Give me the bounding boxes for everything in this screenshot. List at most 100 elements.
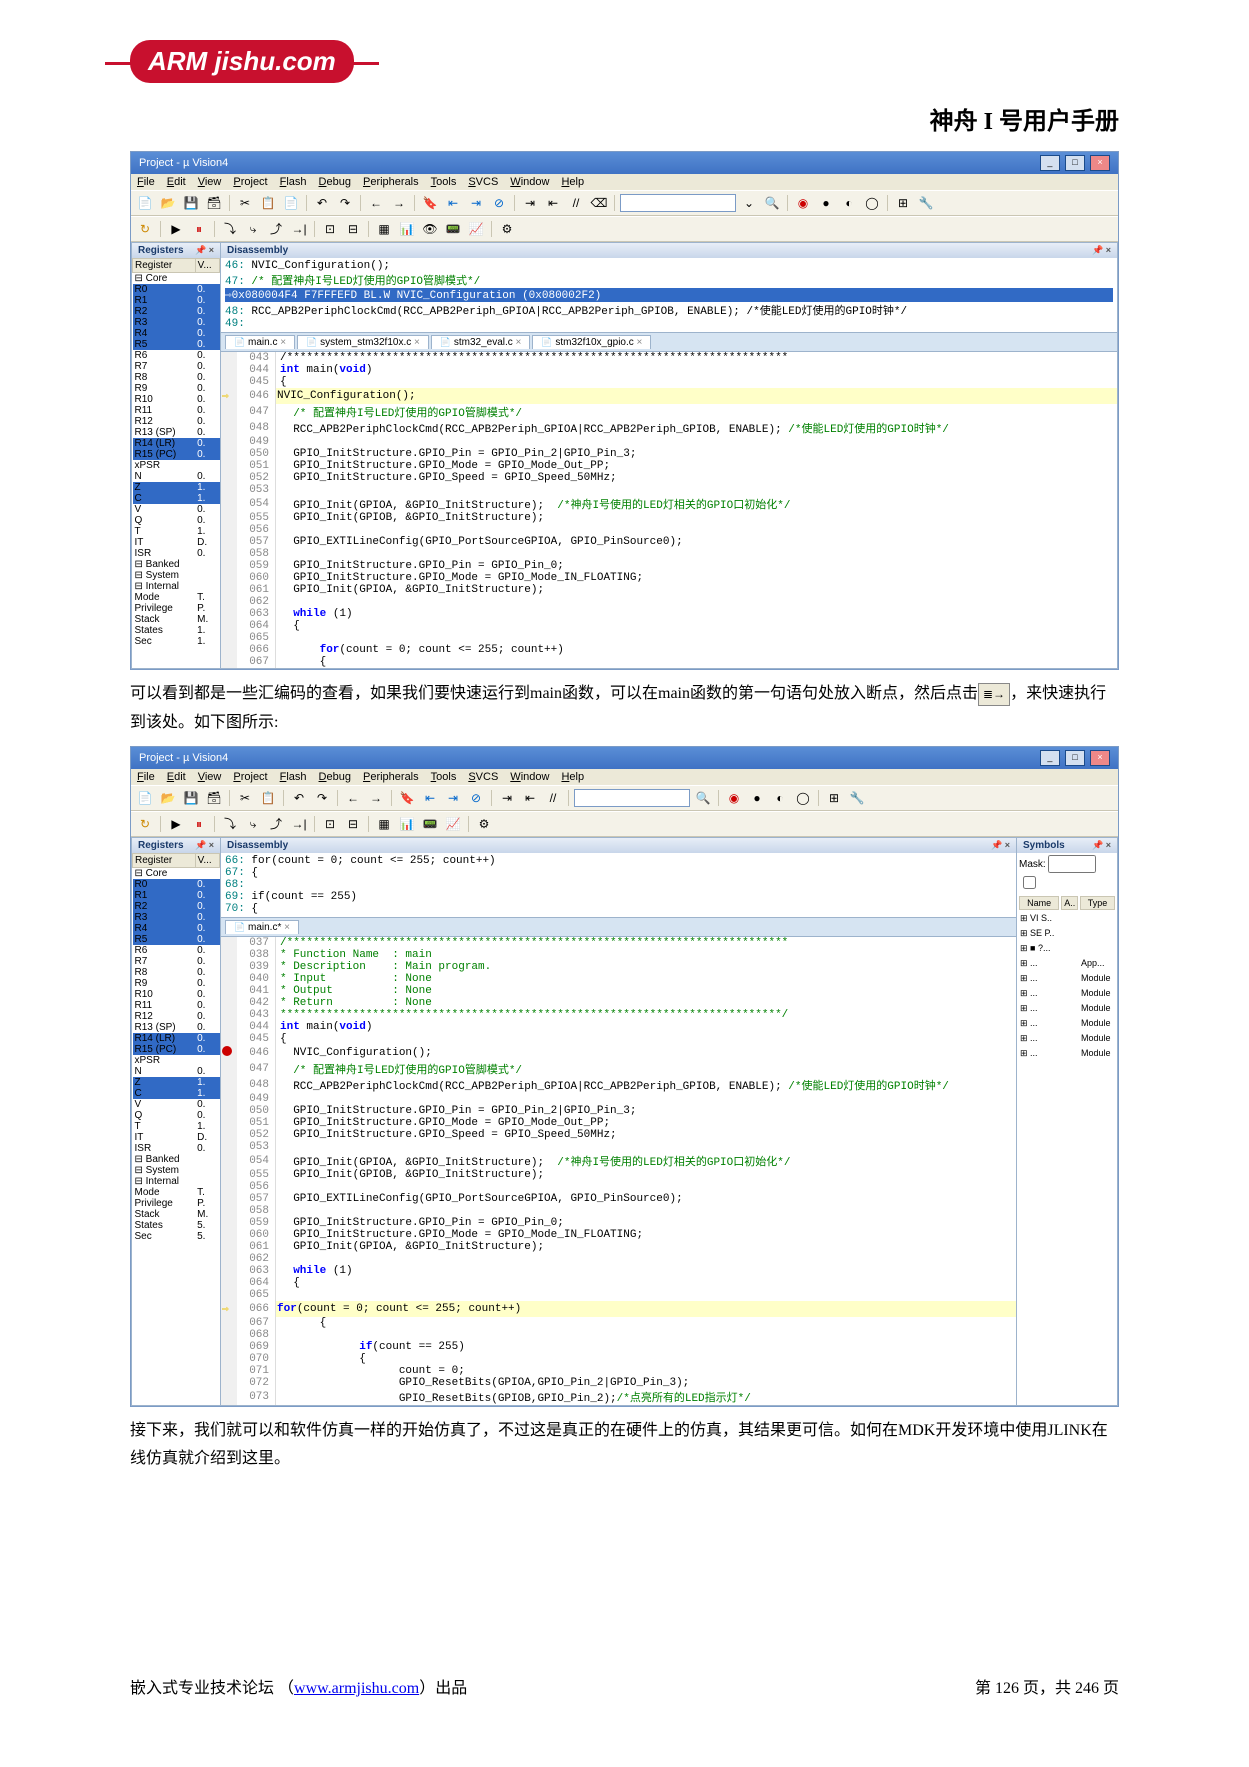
reg-name[interactable]: R3 [133,317,196,328]
code-line[interactable]: ****************************************… [276,1009,1017,1021]
reg-name[interactable]: Sec [133,636,196,647]
reg-name[interactable]: V [133,1099,196,1110]
source-editor[interactable]: 037/************************************… [221,937,1016,1405]
gutter[interactable] [221,1365,237,1377]
code-line[interactable]: for(count = 0; count <= 255; count++) [276,1301,1017,1317]
halt-icon[interactable]: ⏸ [189,219,209,239]
gutter[interactable] [221,949,237,961]
gutter[interactable] [221,560,237,572]
code-line[interactable] [276,1289,1017,1301]
runto-icon[interactable]: →| [289,814,309,834]
gutter[interactable] [221,404,237,420]
code-line[interactable]: RCC_APB2PeriphClockCmd(RCC_APB2Periph_GP… [276,1077,1017,1093]
gutter[interactable] [221,1377,237,1389]
comment-icon[interactable]: // [566,193,586,213]
outdent-icon[interactable]: ⇤ [543,193,563,213]
minimize-button[interactable]: _ [1040,750,1060,766]
code-line[interactable]: GPIO_InitStructure.GPIO_Pin = GPIO_Pin_2… [276,1105,1017,1117]
reg-name[interactable]: R15 (PC) [133,449,196,460]
menu-help[interactable]: Help [561,771,584,783]
menu-svcs[interactable]: SVCS [468,176,498,188]
run-icon[interactable]: ▶ [166,219,186,239]
gutter[interactable] [221,1153,237,1169]
code-line[interactable]: { [276,1317,1017,1329]
save-icon[interactable]: 💾 [181,788,201,808]
editor-tabs[interactable]: 📄 main.c* × [221,918,1016,937]
gutter[interactable] [221,460,237,472]
code-line[interactable] [276,596,1118,608]
reg-name[interactable]: R6 [133,945,196,956]
gutter[interactable] [221,1093,237,1105]
menu-help[interactable]: Help [561,176,584,188]
reg-name[interactable]: T [133,526,196,537]
code-line[interactable]: GPIO_Init(GPIOB, &GPIO_InitStructure); [276,512,1118,524]
indent-icon[interactable]: ⇥ [520,193,540,213]
debug-icon[interactable]: ◉ [724,788,744,808]
reg-name[interactable]: Stack [133,1209,196,1220]
code-line[interactable]: * Function Name : main [276,949,1017,961]
config-icon[interactable]: 🔧 [916,193,936,213]
gutter[interactable] [221,620,237,632]
menu-svcs[interactable]: SVCS [468,771,498,783]
sym-item[interactable]: ⊞ SE P.. [1019,927,1059,940]
menu-tools[interactable]: Tools [431,176,457,188]
indent-icon[interactable]: ⇥ [497,788,517,808]
find-icon[interactable]: 🔍 [693,788,713,808]
win-icon[interactable]: ▦ [374,219,394,239]
minimize-button[interactable]: _ [1040,155,1060,171]
code-line[interactable]: GPIO_Init(GPIOA, &GPIO_InitStructure); /… [276,1153,1017,1169]
window-icon[interactable]: ⊞ [893,193,913,213]
reg-name[interactable]: R2 [133,306,196,317]
reg-name[interactable]: R15 (PC) [133,1044,196,1055]
view2-icon[interactable]: ⊟ [343,219,363,239]
gutter[interactable] [221,961,237,973]
gutter[interactable] [221,1277,237,1289]
gutter[interactable] [221,420,237,436]
reg-name[interactable]: ⊟ System [133,570,196,581]
reg-name[interactable]: Stack [133,614,196,625]
gutter[interactable] [221,985,237,997]
stepout-icon[interactable]: ⤴ [266,814,286,834]
redo-icon[interactable]: ↷ [312,788,332,808]
reg-name[interactable]: R8 [133,372,196,383]
reg-name[interactable]: R12 [133,416,196,427]
reg-name[interactable]: Q [133,515,196,526]
stepout-icon[interactable]: ⤴ [266,219,286,239]
panel-pin-icon[interactable]: 📌 × [195,245,214,256]
reg-name[interactable]: R4 [133,328,196,339]
code-line[interactable]: GPIO_InitStructure.GPIO_Speed = GPIO_Spe… [276,472,1118,484]
reg-name[interactable]: C [133,1088,196,1099]
code-line[interactable]: NVIC_Configuration(); [276,388,1118,404]
uncomment-icon[interactable]: ⌫ [589,193,609,213]
mask-checkbox[interactable] [1023,876,1036,889]
gutter[interactable] [221,512,237,524]
code-line[interactable]: { [276,1277,1017,1289]
reg-name[interactable]: R5 [133,934,196,945]
gutter[interactable] [221,1021,237,1033]
menu-file[interactable]: File [137,771,155,783]
menu-tools[interactable]: Tools [431,771,457,783]
copy-icon[interactable]: 📋 [258,788,278,808]
gutter[interactable] [221,1077,237,1093]
gutter[interactable] [221,1105,237,1117]
reg-name[interactable]: xPSR [133,460,196,471]
reg-name[interactable]: R5 [133,339,196,350]
back-icon[interactable]: ← [366,193,386,213]
paste-icon[interactable]: 📄 [281,193,301,213]
toolbar-2[interactable]: ↻ ▶ ⏸ ⤵ ⤷ ⤴ →| ⊡ ⊟ ▦ 📊 👁 📟 📈 ⚙ [131,216,1118,242]
reg-name[interactable]: R7 [133,956,196,967]
reg-name[interactable]: Mode [133,1187,196,1198]
redo-icon[interactable]: ↷ [335,193,355,213]
code-line[interactable] [276,484,1118,496]
code-line[interactable]: GPIO_ResetBits(GPIOA,GPIO_Pin_2|GPIO_Pin… [276,1377,1017,1389]
gutter[interactable]: ⇨ [221,1301,237,1317]
reg-name[interactable]: R9 [133,978,196,989]
step-icon[interactable]: ⤵ [220,219,240,239]
code-line[interactable]: { [276,620,1118,632]
menu-peripherals[interactable]: Peripherals [363,771,419,783]
reg-name[interactable]: V [133,504,196,515]
code-line[interactable]: /* 配置神舟I号LED灯使用的GPIO管脚模式*/ [276,404,1118,420]
gutter[interactable] [221,1317,237,1329]
code-line[interactable]: GPIO_InitStructure.GPIO_Pin = GPIO_Pin_0… [276,1217,1017,1229]
gutter[interactable] [221,997,237,1009]
